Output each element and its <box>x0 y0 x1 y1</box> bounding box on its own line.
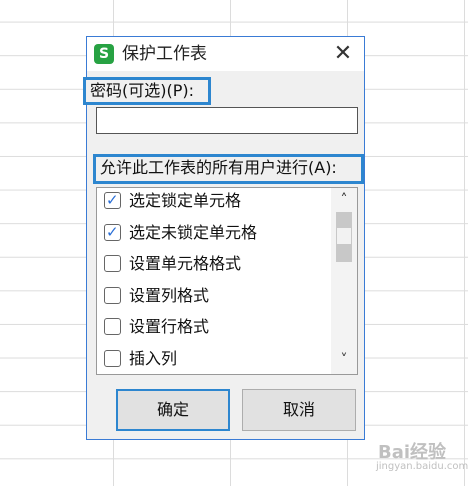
permission-label: 设置单元格格式 <box>129 254 242 274</box>
list-scrollbar[interactable]: ˄ ˅ <box>331 188 357 374</box>
permission-label: 选定未锁定单元格 <box>129 222 258 242</box>
cancel-button[interactable]: 取消 <box>242 389 356 431</box>
protect-sheet-dialog: S 保护工作表 ✕ 密码(可选)(P): 允许此工作表的所有用户进行(A): ˄… <box>83 36 365 440</box>
permission-item[interactable]: 设置列格式 <box>97 283 327 309</box>
permission-checkbox[interactable]: ✓ <box>104 222 121 241</box>
permission-item[interactable]: ✓ 选定锁定单元格 <box>97 188 327 214</box>
password-label: 密码(可选)(P): <box>83 77 211 105</box>
scroll-thumb[interactable] <box>336 212 352 262</box>
permissions-list: ˄ ˅ ✓ 选定锁定单元格 ✓ 选定未锁定单元格 设置单元格格式 设置列格式设置行格式插入… <box>96 187 358 375</box>
allow-users-label: 允许此工作表的所有用户进行(A): <box>93 154 364 184</box>
permission-checkbox[interactable] <box>104 350 121 367</box>
permission-item[interactable]: 插入列 <box>97 346 327 372</box>
ok-button[interactable]: 确定 <box>116 389 230 431</box>
permission-label: 设置列格式 <box>129 285 210 305</box>
permission-label: 设置行格式 <box>129 317 210 337</box>
checkmark-icon: ✓ <box>106 191 119 209</box>
permission-checkbox[interactable] <box>104 255 121 273</box>
chevron-down-icon[interactable]: ˅ <box>331 350 357 370</box>
permission-item[interactable]: 设置单元格格式 <box>97 251 327 277</box>
password-input[interactable] <box>96 107 358 134</box>
permission-label: 选定锁定单元格 <box>129 191 242 210</box>
permission-label: 插入列 <box>129 349 178 368</box>
permission-item[interactable]: 设置行格式 <box>97 314 327 340</box>
permission-checkbox[interactable]: ✓ <box>104 191 121 209</box>
permission-checkbox[interactable] <box>104 286 121 304</box>
permission-checkbox[interactable] <box>104 318 121 336</box>
watermark-url: jingyan.baidu.com <box>376 461 468 472</box>
dialog-titlebar[interactable]: S 保护工作表 ✕ <box>87 37 364 71</box>
chevron-up-icon[interactable]: ˄ <box>331 190 357 210</box>
checkmark-icon: ✓ <box>106 222 119 241</box>
baidu-jingyan-watermark: Bai经验 jingyan.baidu.com <box>348 430 468 476</box>
dialog-title: 保护工作表 <box>122 44 207 64</box>
permission-item[interactable]: ✓ 选定未锁定单元格 <box>97 220 327 246</box>
wps-spreadsheet-icon: S <box>94 44 114 64</box>
close-icon[interactable]: ✕ <box>330 41 356 67</box>
